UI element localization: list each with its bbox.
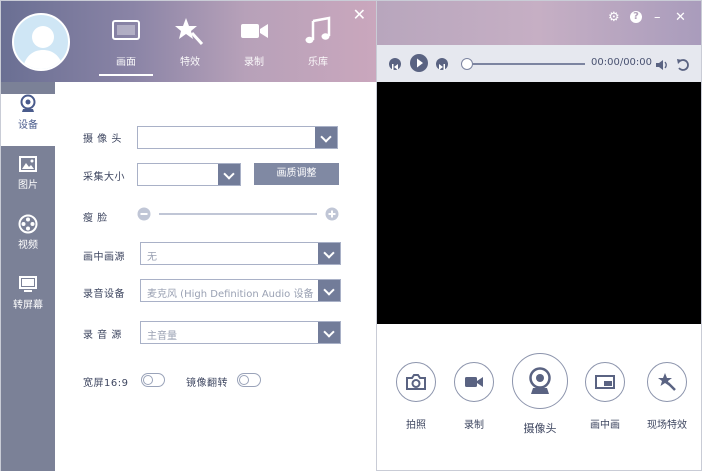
face-slim-slider[interactable] [137, 206, 339, 222]
sidebar-item-video[interactable]: 视频 [1, 214, 55, 266]
film-reel-icon [18, 214, 38, 234]
action-label: 拍照 [406, 420, 426, 431]
monitor-icon [19, 276, 37, 292]
action-label: 录制 [464, 420, 484, 431]
undo-icon[interactable] [676, 57, 690, 76]
progress-bar[interactable] [464, 63, 585, 65]
video-camera-icon [238, 15, 270, 47]
settings-panel: 画面 特效 录制 乐库 ✕ 设备 图片 视频 转屏幕 摄 像 头 采集大小 画质… [0, 0, 377, 471]
tab-label: 特效 [180, 57, 200, 68]
camera-label: 摄 像 头 [83, 134, 122, 145]
webcam-button[interactable]: 摄像头 [511, 353, 569, 436]
chevron-down-icon[interactable] [218, 164, 240, 185]
audio-device-label: 录音设备 [83, 289, 125, 300]
sidebar-item-label: 转屏幕 [13, 300, 43, 311]
preview-panel: ⚙ ? – ✕ 00:00/00:00 拍照 录制 摄像头 画中画 现场特效 [376, 0, 702, 471]
sidebar-item-label: 图片 [18, 180, 38, 191]
action-label: 现场特效 [647, 420, 687, 431]
video-camera-icon [454, 362, 494, 402]
progress-handle[interactable] [461, 58, 473, 70]
picture-in-picture-icon [585, 362, 625, 402]
sidebar-item-image[interactable]: 图片 [1, 154, 55, 206]
player-controls: 00:00/00:00 [377, 45, 701, 82]
magic-wand-icon [174, 15, 206, 47]
tab-effects[interactable]: 特效 [159, 11, 221, 73]
tab-music[interactable]: 乐库 [287, 11, 349, 73]
pip-source-label: 画中画源 [83, 252, 125, 263]
volume-icon[interactable] [655, 57, 669, 76]
audio-source-value: 主音量 [147, 331, 177, 342]
sidebar: 设备 图片 视频 转屏幕 [1, 82, 55, 471]
chevron-down-icon[interactable] [318, 243, 340, 264]
audio-device-select[interactable]: 麦克风 (High Definition Audio 设备) [140, 279, 341, 302]
tab-label: 画面 [116, 57, 136, 68]
time-display: 00:00/00:00 [591, 57, 653, 68]
toggle-knob [239, 375, 249, 385]
chevron-down-icon[interactable] [315, 127, 337, 148]
image-icon [19, 156, 37, 172]
record-button[interactable]: 录制 [451, 362, 497, 431]
minimize-icon[interactable]: – [654, 11, 661, 25]
chevron-down-icon[interactable] [318, 280, 340, 301]
audio-source-select[interactable]: 主音量 [140, 321, 341, 344]
tab-label: 录制 [244, 57, 264, 68]
video-preview[interactable] [377, 82, 701, 324]
sidebar-item-device[interactable]: 设备 [1, 94, 55, 146]
capture-size-label: 采集大小 [83, 172, 125, 183]
widescreen-label: 宽屏16:9 [83, 378, 129, 389]
music-icon [302, 15, 334, 47]
capture-size-select[interactable] [137, 163, 241, 186]
magic-wand-icon [647, 362, 687, 402]
webcam-icon [512, 353, 568, 409]
help-icon[interactable]: ? [630, 11, 642, 23]
settings-gear-icon[interactable]: ⚙ [608, 11, 620, 25]
avatar[interactable] [12, 13, 70, 71]
title-bar: ⚙ ? – ✕ [377, 1, 701, 45]
play-icon[interactable] [410, 54, 428, 72]
next-icon[interactable] [436, 58, 448, 70]
pip-button[interactable]: 画中画 [582, 362, 628, 431]
sidebar-item-label: 视频 [18, 240, 38, 251]
device-settings: 摄 像 头 采集大小 画质调整 瘦 脸 画中画源 无 录音设备 麦克风 (Hig [55, 82, 377, 471]
previous-icon[interactable] [389, 58, 401, 70]
widescreen-toggle[interactable] [141, 373, 165, 387]
sidebar-item-screen[interactable]: 转屏幕 [1, 274, 55, 326]
chevron-down-icon[interactable] [318, 322, 340, 343]
close-icon[interactable]: ✕ [353, 7, 366, 23]
snapshot-button[interactable]: 拍照 [394, 362, 438, 431]
toggle-knob [143, 375, 153, 385]
mirror-label: 镜像翻转 [186, 378, 228, 389]
pip-source-select[interactable]: 无 [140, 242, 341, 265]
sidebar-item-label: 设备 [18, 120, 38, 131]
face-slim-label: 瘦 脸 [83, 213, 108, 224]
tab-header: 画面 特效 录制 乐库 ✕ [1, 1, 377, 82]
tab-record[interactable]: 录制 [223, 11, 285, 73]
camera-select[interactable] [137, 126, 338, 149]
action-label: 画中画 [590, 420, 620, 431]
camera-icon [396, 362, 436, 402]
tab-screen[interactable]: 画面 [95, 11, 157, 76]
action-label: 摄像头 [523, 422, 557, 435]
mirror-toggle[interactable] [237, 373, 261, 387]
image-adjust-button[interactable]: 画质调整 [254, 163, 339, 185]
audio-source-label: 录 音 源 [83, 330, 122, 341]
audio-device-value: 麦克风 (High Definition Audio 设备) [147, 289, 314, 300]
tab-label: 乐库 [308, 57, 328, 68]
live-effects-button[interactable]: 现场特效 [641, 362, 693, 431]
webcam-icon [20, 94, 36, 112]
screen-icon [110, 15, 142, 47]
pip-source-value: 无 [147, 252, 157, 263]
close-icon[interactable]: ✕ [675, 11, 686, 25]
